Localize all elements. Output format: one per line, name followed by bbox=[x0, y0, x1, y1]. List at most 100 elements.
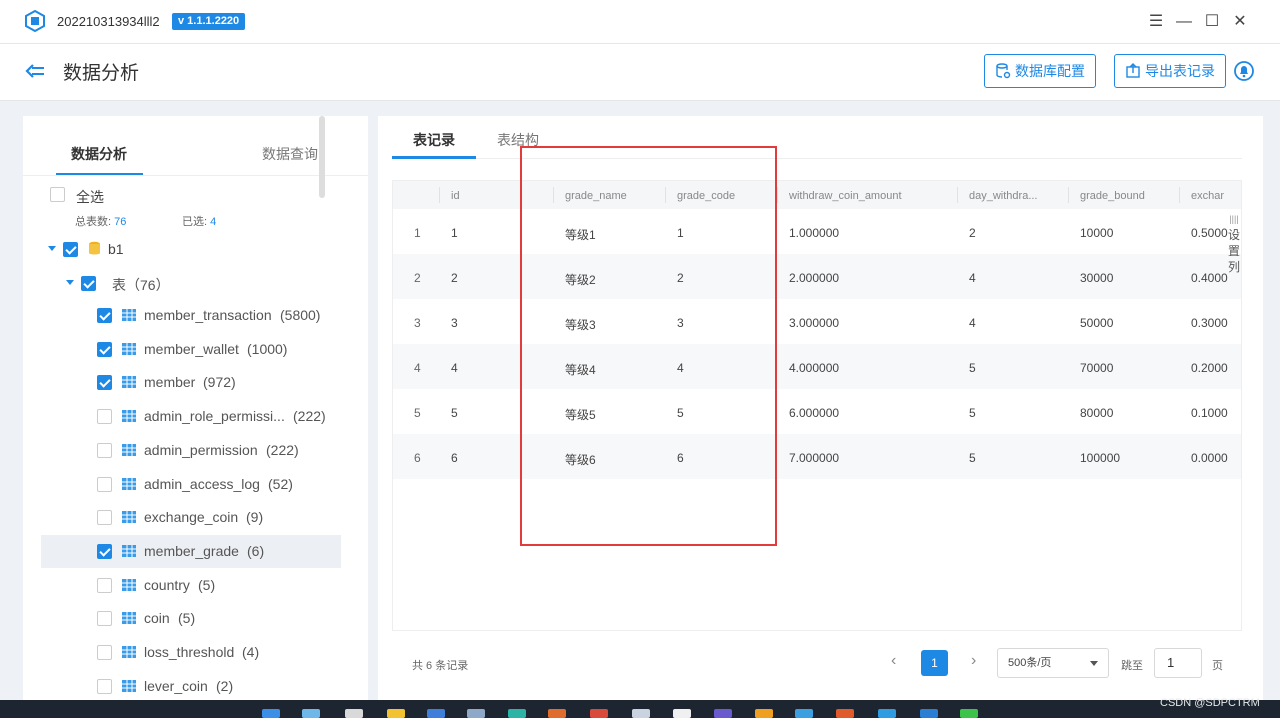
table-cell: 0.0000 bbox=[1191, 451, 1228, 465]
table-count: (972) bbox=[203, 374, 236, 391]
jump-page-input[interactable]: 1 bbox=[1154, 648, 1202, 678]
expand-caret-icon[interactable] bbox=[48, 246, 56, 251]
table-checkbox[interactable] bbox=[97, 611, 112, 627]
table-checkbox[interactable] bbox=[97, 645, 112, 660]
app-icon[interactable] bbox=[548, 709, 566, 718]
back-arrow-icon[interactable] bbox=[24, 60, 46, 82]
db-config-button[interactable]: 数据库配置 bbox=[984, 54, 1096, 88]
table-cell: 10000 bbox=[1080, 226, 1114, 240]
table-name: member_wallet bbox=[144, 340, 239, 357]
table-checkbox[interactable] bbox=[97, 510, 112, 526]
menu-icon[interactable]: ☰ bbox=[1144, 10, 1168, 34]
search-icon[interactable] bbox=[302, 709, 320, 718]
task-view-icon[interactable] bbox=[345, 709, 363, 718]
total-records-text: 共 6 条记录 bbox=[412, 660, 469, 672]
db-checkbox[interactable] bbox=[63, 242, 78, 257]
app-icon[interactable] bbox=[795, 709, 813, 718]
column-header[interactable]: withdraw_coin_amount bbox=[789, 190, 959, 202]
table-checkbox[interactable] bbox=[97, 409, 112, 425]
table-tree-item[interactable]: admin_access_log (52) bbox=[41, 468, 341, 501]
tab-data-query[interactable]: 数据查询 bbox=[262, 144, 318, 164]
right-panel: 表记录 表结构 id grade_name grade_code withdraw_c… bbox=[378, 116, 1263, 706]
table-cell: 5 bbox=[969, 361, 976, 375]
export-records-button[interactable]: 导出表记录 bbox=[1114, 54, 1226, 88]
table-tree-item[interactable]: lever_coin (2) bbox=[41, 670, 341, 703]
version-badge: v 1.1.1.2220 bbox=[172, 13, 246, 30]
security-icon[interactable] bbox=[427, 709, 445, 718]
chrome-icon[interactable] bbox=[590, 709, 608, 718]
table-checkbox[interactable] bbox=[97, 341, 112, 357]
column-divider[interactable] bbox=[1179, 187, 1180, 203]
wechat-icon[interactable] bbox=[960, 709, 978, 718]
table-tree-item[interactable]: admin_role_permissi... (222) bbox=[41, 400, 341, 433]
expand-caret-icon[interactable] bbox=[66, 280, 74, 285]
column-header[interactable]: day_withdra... bbox=[969, 190, 1069, 202]
maximize-button[interactable]: ☐ bbox=[1200, 10, 1224, 34]
current-page-button[interactable]: 1 bbox=[921, 650, 948, 676]
tab-table-records[interactable]: 表记录 bbox=[413, 130, 455, 150]
table-checkbox[interactable] bbox=[97, 577, 112, 593]
table-cell: 2 bbox=[969, 226, 976, 240]
table-tree-item[interactable]: admin_permission (222) bbox=[41, 434, 341, 467]
table-cell: 30000 bbox=[1080, 271, 1114, 285]
app-icon[interactable] bbox=[467, 709, 485, 718]
table-group-checkbox[interactable] bbox=[81, 276, 96, 291]
start-icon[interactable] bbox=[262, 709, 280, 718]
app-icon[interactable] bbox=[632, 709, 650, 718]
tree-scrollbar[interactable] bbox=[319, 116, 325, 198]
table-checkbox[interactable] bbox=[97, 678, 112, 694]
table-checkbox[interactable] bbox=[97, 308, 112, 323]
app-icon[interactable] bbox=[920, 709, 938, 718]
table-cell: 70000 bbox=[1080, 361, 1114, 375]
column-divider[interactable] bbox=[439, 187, 440, 203]
table-cell: 4 bbox=[969, 271, 976, 285]
table-cell: 6 bbox=[414, 451, 421, 465]
active-app-icon[interactable] bbox=[878, 709, 896, 718]
table-cell: 5 bbox=[414, 406, 421, 420]
app-icon[interactable] bbox=[836, 709, 854, 718]
close-button[interactable]: ✕ bbox=[1228, 10, 1252, 34]
database-gear-icon bbox=[996, 63, 1011, 79]
prev-page-button[interactable]: ‹ bbox=[891, 652, 896, 670]
column-divider[interactable] bbox=[957, 187, 958, 203]
browser-icon[interactable] bbox=[508, 709, 526, 718]
active-tab-indicator bbox=[56, 173, 143, 175]
select-all-checkbox[interactable] bbox=[50, 187, 65, 202]
page-size-value: 500条/页 bbox=[1008, 657, 1052, 669]
total-tables-stat: 总表数: 76 bbox=[75, 213, 126, 229]
table-checkbox[interactable] bbox=[97, 476, 112, 492]
table-tree-item[interactable]: member_wallet (1000) bbox=[41, 333, 341, 366]
file-explorer-icon[interactable] bbox=[387, 709, 405, 718]
table-checkbox[interactable] bbox=[97, 442, 112, 458]
chevron-down-icon bbox=[1090, 661, 1098, 666]
app-icon[interactable] bbox=[755, 709, 773, 718]
table-cell: 6.000000 bbox=[789, 406, 840, 420]
table-icon bbox=[122, 376, 136, 389]
table-tree-item[interactable]: member_grade (6) bbox=[41, 534, 341, 568]
table-name: admin_permission bbox=[144, 441, 258, 458]
selected-value: 4 bbox=[210, 216, 217, 228]
table-checkbox[interactable] bbox=[97, 375, 112, 391]
column-header[interactable]: exchar bbox=[1191, 190, 1231, 202]
table-icon bbox=[122, 443, 136, 456]
table-tree-item[interactable]: member_transaction (5800) bbox=[41, 299, 341, 332]
page-size-select[interactable]: 500条/页 bbox=[997, 648, 1109, 678]
table-cell: 0.5000 bbox=[1191, 226, 1228, 240]
minimize-button[interactable]: — bbox=[1172, 10, 1196, 34]
tab-data-analysis[interactable]: 数据分析 bbox=[71, 144, 127, 164]
app-icon[interactable] bbox=[714, 709, 732, 718]
table-tree-item[interactable]: coin (5) bbox=[41, 602, 341, 635]
app-icon[interactable] bbox=[673, 709, 691, 718]
table-checkbox[interactable] bbox=[97, 543, 112, 559]
table-tree-item[interactable]: loss_threshold (4) bbox=[41, 636, 341, 669]
notification-bell-icon[interactable] bbox=[1234, 61, 1254, 81]
column-settings-button[interactable]: |||| 设置列 bbox=[1227, 211, 1241, 275]
table-tree-item[interactable]: country (5) bbox=[41, 569, 341, 602]
next-page-button[interactable]: › bbox=[971, 652, 976, 670]
table-tree-item[interactable]: member (972) bbox=[41, 366, 341, 399]
column-divider[interactable] bbox=[777, 187, 778, 203]
column-divider[interactable] bbox=[1068, 187, 1069, 203]
column-header[interactable]: grade_bound bbox=[1080, 190, 1180, 202]
selected-stat: 已选: 4 bbox=[182, 213, 216, 229]
table-tree-item[interactable]: exchange_coin (9) bbox=[41, 501, 341, 534]
